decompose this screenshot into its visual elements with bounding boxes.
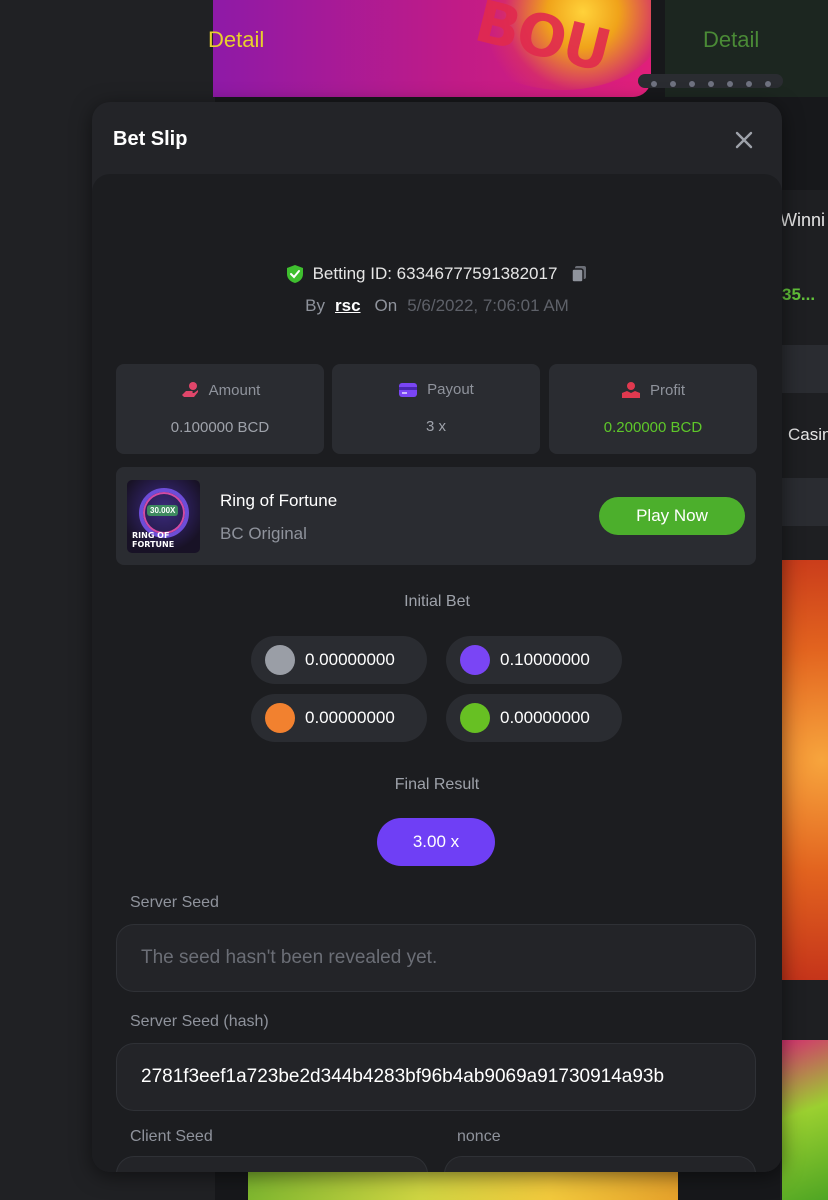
- chip-amount: 0.10000000: [500, 650, 590, 669]
- server-seed-field[interactable]: The seed hasn't been revealed yet.: [116, 924, 756, 992]
- verified-shield-icon: [286, 265, 303, 283]
- initial-bet-label: Initial Bet: [404, 593, 470, 610]
- stat-value: 3 x: [425, 418, 446, 435]
- game-provider: BC Original: [220, 524, 307, 543]
- stat-amount: Amount 0.100000 BCD: [116, 364, 324, 454]
- payout-icon: [399, 382, 418, 397]
- background-number: 35...: [782, 285, 816, 304]
- chip-amount: 0.00000000: [305, 650, 395, 669]
- bet-slip-body: Betting ID: 63346777591382017 By rsc On …: [92, 174, 782, 1172]
- background-row: [782, 345, 828, 393]
- bet-date: 5/6/2022, 7:06:01 AM: [407, 296, 569, 315]
- stat-payout: Payout 3 x: [332, 364, 540, 454]
- amount-icon: [181, 382, 198, 397]
- server-seed-hash-field[interactable]: 2781f3eef1a723be2d344b4283bf96b4ab9069a9…: [116, 1043, 756, 1111]
- stat-value: 0.200000 BCD: [603, 419, 703, 436]
- banner-detail-link-next[interactable]: Detail: [703, 27, 759, 53]
- background-game-card[interactable]: [782, 1040, 828, 1200]
- close-icon[interactable]: [735, 131, 753, 149]
- by-label: By: [305, 296, 325, 315]
- bet-meta-row: By rsc On 5/6/2022, 7:06:01 AM: [92, 296, 782, 316]
- chip-amount: 0.00000000: [500, 708, 590, 727]
- color-dot: [265, 645, 295, 675]
- carousel-dot[interactable]: [746, 81, 752, 87]
- client-seed-field[interactable]: [116, 1156, 428, 1172]
- final-result-label: Final Result: [394, 776, 480, 793]
- background-game-card[interactable]: [248, 1172, 678, 1200]
- initial-bet-chip: 0.00000000: [251, 694, 427, 742]
- carousel-dot[interactable]: [727, 81, 733, 87]
- chip-amount: 0.00000000: [305, 708, 395, 727]
- carousel-dot[interactable]: [670, 81, 676, 87]
- server-seed-hash-label: Server Seed (hash): [130, 1013, 269, 1030]
- carousel-dots[interactable]: [638, 74, 783, 88]
- stat-profit: Profit 0.200000 BCD: [549, 364, 757, 454]
- initial-bet-chip: 0.00000000: [446, 694, 622, 742]
- initial-bet-chip: 0.00000000: [251, 636, 427, 684]
- thumbnail-title: RING OF FORTUNE: [132, 531, 175, 549]
- betting-id: Betting ID: 63346777591382017: [312, 264, 558, 283]
- client-seed-label: Client Seed: [130, 1128, 213, 1145]
- server-seed-label: Server Seed: [130, 894, 219, 911]
- promo-banner[interactable]: BOU: [213, 0, 651, 97]
- carousel-dot[interactable]: [708, 81, 714, 87]
- carousel-dot[interactable]: [689, 81, 695, 87]
- play-now-button[interactable]: Play Now: [599, 497, 745, 535]
- color-dot: [460, 645, 490, 675]
- close-button[interactable]: [730, 126, 758, 154]
- user-link[interactable]: rsc: [335, 296, 361, 316]
- bet-slip-modal: Bet Slip Betting ID: 63346777591382017 B…: [92, 102, 782, 1172]
- thumbnail-multiplier: 30.00X: [147, 505, 179, 516]
- background-game-card[interactable]: [782, 560, 828, 980]
- stat-label: Amount: [208, 381, 261, 399]
- game-name: Ring of Fortune: [220, 491, 338, 510]
- nonce-field[interactable]: [444, 1156, 756, 1172]
- stat-label: Payout: [427, 381, 474, 398]
- game-thumbnail[interactable]: 30.00X RING OF FORTUNE: [127, 480, 200, 553]
- carousel-dot[interactable]: [765, 81, 771, 87]
- initial-bet-chip: 0.10000000: [446, 636, 622, 684]
- stat-label: Profit: [649, 381, 685, 399]
- on-label: On: [374, 296, 398, 315]
- stat-value: 0.100000 BCD: [170, 419, 270, 436]
- background-winning-text: Winni: [780, 210, 826, 230]
- modal-title: Bet Slip: [113, 128, 188, 150]
- final-result-pill: 3.00 x: [377, 818, 495, 866]
- banner-detail-link[interactable]: Detail: [208, 27, 264, 53]
- background-row: [782, 478, 828, 526]
- color-dot: [460, 703, 490, 733]
- betting-id-row: Betting ID: 63346777591382017: [92, 264, 782, 284]
- game-card: 30.00X RING OF FORTUNE Ring of Fortune BC…: [116, 467, 756, 565]
- carousel-dot[interactable]: [651, 81, 657, 87]
- nonce-label: nonce: [457, 1128, 501, 1145]
- background-casino-text: Casin: [788, 425, 828, 444]
- copy-icon[interactable]: [569, 264, 589, 284]
- profit-icon: [621, 382, 640, 398]
- color-dot: [265, 703, 295, 733]
